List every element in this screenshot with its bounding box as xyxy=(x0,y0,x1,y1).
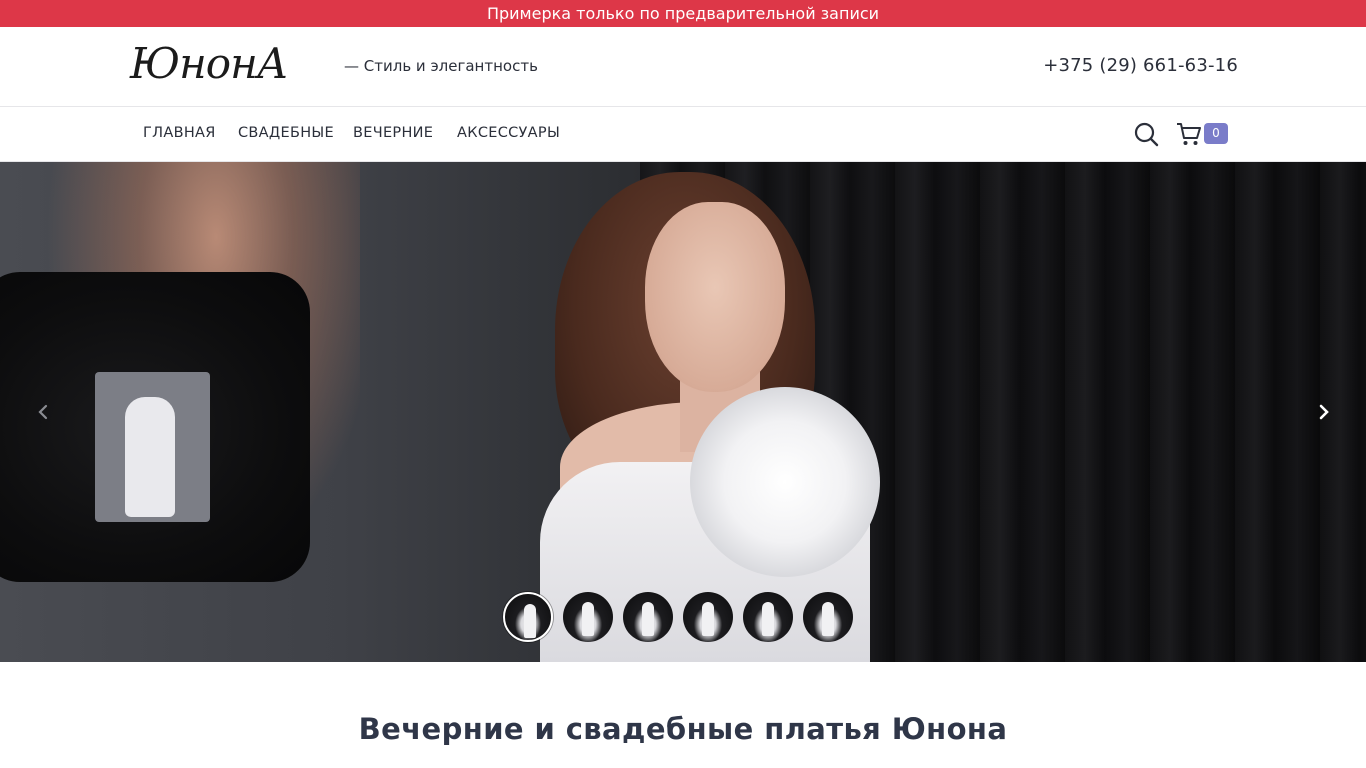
logo-text: ЮнонА xyxy=(130,39,289,88)
nav-item-wedding[interactable]: СВАДЕБНЫЕ xyxy=(238,125,334,141)
announcement-bar: Примерка только по предварительной запис… xyxy=(0,0,1366,27)
chevron-left-icon xyxy=(38,404,48,420)
announcement-text: Примерка только по предварительной запис… xyxy=(486,4,880,23)
nav-item-accessories[interactable]: АКСЕССУАРЫ xyxy=(457,125,560,141)
slider-thumb-5[interactable] xyxy=(743,592,793,642)
cart-count-badge[interactable]: 0 xyxy=(1204,123,1228,144)
slider-thumb-1[interactable] xyxy=(503,592,553,642)
hero-image-flower xyxy=(690,387,880,577)
slider-thumb-4[interactable] xyxy=(683,592,733,642)
slider-thumb-3[interactable] xyxy=(623,592,673,642)
slider-prev-button[interactable] xyxy=(28,397,58,427)
nav-item-evening[interactable]: ВЕЧЕРНИЕ xyxy=(353,125,433,141)
hero-slider xyxy=(0,162,1366,662)
search-icon[interactable] xyxy=(1133,121,1159,147)
slider-thumb-6[interactable] xyxy=(803,592,853,642)
phone-number[interactable]: +375 (29) 661-63-16 xyxy=(1043,55,1238,76)
chevron-right-icon xyxy=(1319,404,1329,420)
hero-image-screen-dress xyxy=(125,397,175,517)
site-tagline: — Стиль и элегантность xyxy=(344,57,538,75)
page-title: Вечерние и свадебные платья Юнона xyxy=(358,712,1008,746)
slider-next-button[interactable] xyxy=(1309,397,1339,427)
main-nav: ГЛАВНАЯ СВАДЕБНЫЕ ВЕЧЕРНИЕ АКСЕССУАРЫ 0 xyxy=(0,107,1366,162)
site-header: ЮнонА — Стиль и элегантность +375 (29) 6… xyxy=(0,27,1366,107)
hero-image-face xyxy=(645,202,785,392)
slider-thumb-2[interactable] xyxy=(563,592,613,642)
site-logo[interactable]: ЮнонА xyxy=(128,39,328,91)
cart-icon[interactable] xyxy=(1176,121,1202,147)
nav-item-home[interactable]: ГЛАВНАЯ xyxy=(143,125,216,141)
